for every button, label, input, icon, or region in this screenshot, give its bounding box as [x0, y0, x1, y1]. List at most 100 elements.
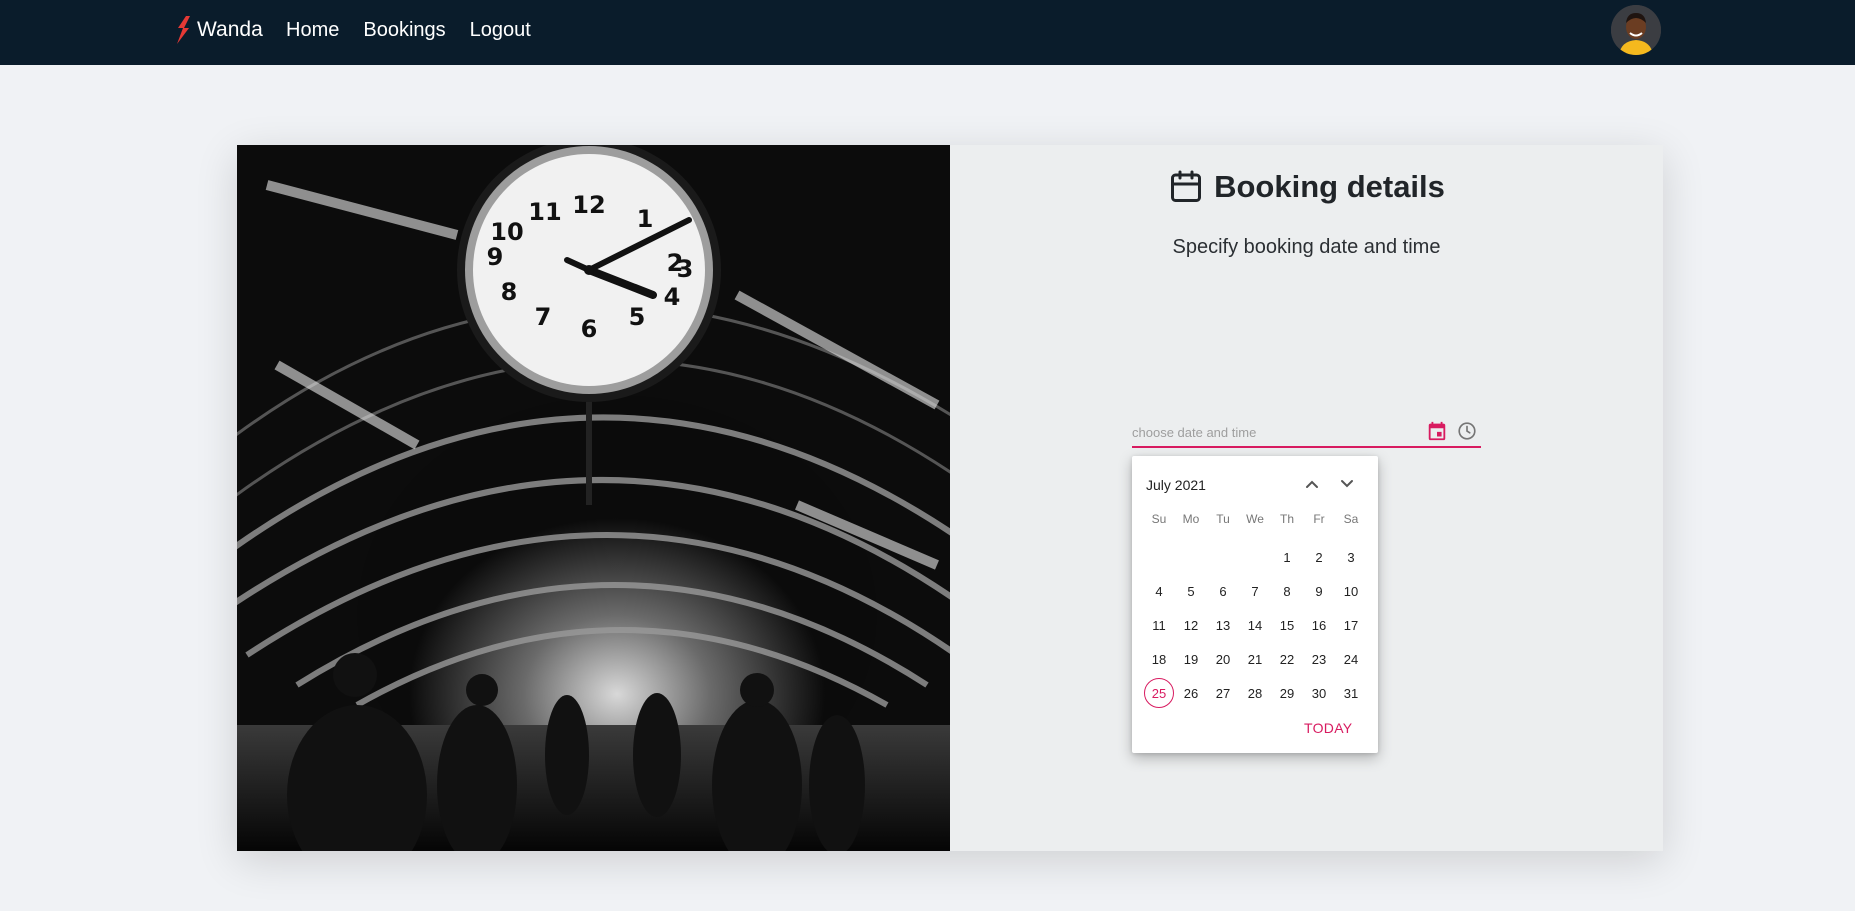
user-avatar[interactable] — [1611, 5, 1661, 55]
day-cell[interactable]: 6 — [1207, 574, 1239, 608]
day-number: 21 — [1247, 651, 1263, 667]
svg-text:11: 11 — [528, 198, 561, 226]
day-cell[interactable]: 18 — [1143, 642, 1175, 676]
svg-text:4: 4 — [664, 283, 681, 311]
day-cell[interactable]: 9 — [1303, 574, 1335, 608]
day-number: 31 — [1343, 685, 1359, 701]
weekday-header: Su Mo Tu We Th Fr Sa — [1143, 512, 1367, 526]
chevron-down-icon — [1341, 480, 1353, 488]
svg-text:1: 1 — [637, 205, 654, 233]
days-grid: 1 2 3 4 5 6 7 8 9 10 11 12 13 14 15 16 17 18 19 20 21 22 23 24 2… — [1143, 540, 1367, 710]
svg-text:7: 7 — [535, 303, 552, 331]
previous-month-button[interactable] — [1298, 470, 1326, 498]
picker-month-label: July 2021 — [1146, 477, 1206, 493]
svg-text:12: 12 — [572, 191, 605, 219]
weekday-label: Mo — [1182, 512, 1200, 526]
svg-text:9: 9 — [487, 243, 504, 271]
day-number: 29 — [1279, 685, 1295, 701]
day-cell[interactable]: 23 — [1303, 642, 1335, 676]
day-number: 27 — [1215, 685, 1231, 701]
station-clock-photo: 12 1 2 3 4 5 6 7 8 9 10 11 — [237, 145, 950, 851]
day-cell[interactable]: 27 — [1207, 676, 1239, 710]
day-cell-empty — [1143, 540, 1175, 574]
day-cell[interactable]: 24 — [1335, 642, 1367, 676]
day-cell[interactable]: 13 — [1207, 608, 1239, 642]
top-navbar: Wanda Home Bookings Logout — [0, 0, 1855, 65]
svg-text:5: 5 — [629, 303, 646, 331]
day-number: 6 — [1219, 583, 1227, 599]
datetime-field — [1132, 418, 1481, 448]
day-cell-empty — [1207, 540, 1239, 574]
svg-text:10: 10 — [490, 218, 523, 246]
day-number: 8 — [1283, 583, 1291, 599]
day-cell[interactable]: 31 — [1335, 676, 1367, 710]
day-cell[interactable]: 19 — [1175, 642, 1207, 676]
day-number: 15 — [1279, 617, 1295, 633]
next-month-button[interactable] — [1333, 470, 1361, 498]
nav-link-bookings[interactable]: Bookings — [363, 17, 445, 43]
weekday-label: Fr — [1313, 512, 1325, 526]
day-number: 16 — [1311, 617, 1327, 633]
day-number: 2 — [1315, 549, 1323, 565]
day-cell[interactable]: 1 — [1271, 540, 1303, 574]
bolt-logo-icon — [177, 16, 190, 44]
day-number: 13 — [1215, 617, 1231, 633]
day-cell[interactable]: 28 — [1239, 676, 1271, 710]
title-row: Booking details — [950, 169, 1663, 205]
brand-name: Wanda — [197, 18, 263, 41]
day-number: 23 — [1311, 651, 1327, 667]
day-cell[interactable]: 16 — [1303, 608, 1335, 642]
day-cell[interactable]: 8 — [1271, 574, 1303, 608]
day-number: 17 — [1343, 617, 1359, 633]
day-number: 11 — [1152, 617, 1166, 633]
day-number: 14 — [1247, 617, 1263, 633]
page-title: Booking details — [1214, 169, 1445, 204]
clock-icon[interactable] — [1456, 420, 1478, 442]
day-cell[interactable]: 12 — [1175, 608, 1207, 642]
day-cell[interactable]: 10 — [1335, 574, 1367, 608]
day-cell[interactable]: 7 — [1239, 574, 1271, 608]
day-cell[interactable]: 4 — [1143, 574, 1175, 608]
svg-text:8: 8 — [501, 278, 518, 306]
day-cell[interactable]: 21 — [1239, 642, 1271, 676]
day-number: 18 — [1151, 651, 1167, 667]
calendar-icon — [1171, 170, 1202, 202]
weekday-label: Th — [1279, 512, 1294, 526]
day-cell[interactable]: 5 — [1175, 574, 1207, 608]
day-cell[interactable]: 20 — [1207, 642, 1239, 676]
chevron-up-icon — [1306, 480, 1318, 488]
day-cell[interactable]: 15 — [1271, 608, 1303, 642]
day-cell[interactable]: 30 — [1303, 676, 1335, 710]
datetime-input[interactable] — [1132, 420, 1412, 444]
day-cell-today[interactable]: 25 — [1143, 676, 1175, 710]
day-cell-empty — [1175, 540, 1207, 574]
day-number: 30 — [1311, 685, 1327, 701]
day-cell[interactable]: 3 — [1335, 540, 1367, 574]
day-cell[interactable]: 17 — [1335, 608, 1367, 642]
today-button[interactable]: TODAY — [1304, 720, 1352, 736]
nav-link-home[interactable]: Home — [286, 17, 339, 43]
weekday-label: We — [1246, 512, 1264, 526]
day-cell-empty — [1239, 540, 1271, 574]
day-number: 10 — [1343, 583, 1359, 599]
day-number: 26 — [1183, 685, 1199, 701]
brand-link[interactable]: Wanda — [174, 14, 263, 46]
avatar-image — [1611, 5, 1661, 55]
day-cell[interactable]: 29 — [1271, 676, 1303, 710]
day-number: 3 — [1347, 549, 1355, 565]
weekday-label: Sa — [1343, 512, 1359, 526]
day-number: 19 — [1183, 651, 1199, 667]
day-cell[interactable]: 22 — [1271, 642, 1303, 676]
calendar-event-icon[interactable] — [1426, 420, 1448, 442]
day-cell[interactable]: 2 — [1303, 540, 1335, 574]
day-cell[interactable]: 11 — [1143, 608, 1175, 642]
nav-link-logout[interactable]: Logout — [470, 17, 531, 43]
weekday-label: Tu — [1216, 512, 1230, 526]
day-cell[interactable]: 26 — [1175, 676, 1207, 710]
day-number: 20 — [1215, 651, 1231, 667]
booking-card: 12 1 2 3 4 5 6 7 8 9 10 11 Booking detai… — [237, 145, 1663, 851]
day-cell[interactable]: 14 — [1239, 608, 1271, 642]
day-number: 24 — [1343, 651, 1359, 667]
page-subtitle: Specify booking date and time — [1172, 236, 1441, 258]
day-number: 9 — [1315, 583, 1323, 599]
